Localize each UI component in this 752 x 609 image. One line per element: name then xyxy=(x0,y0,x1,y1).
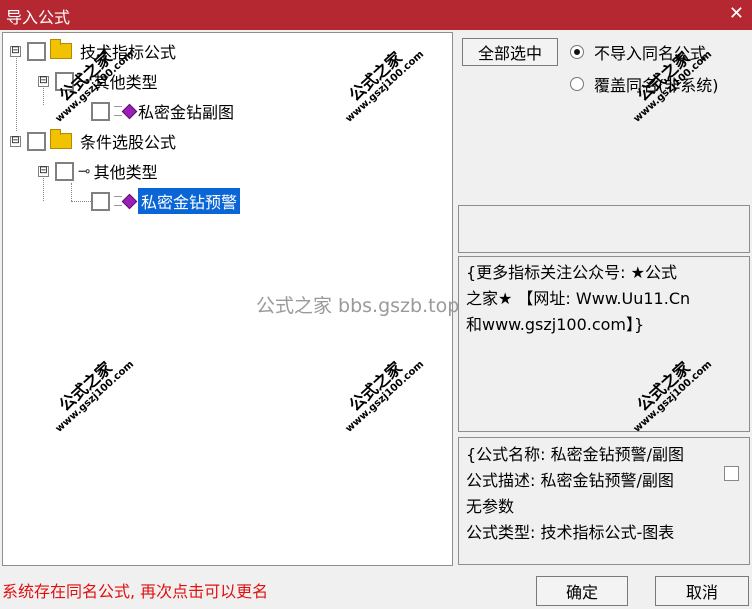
info-panel: {更多指标关注公众号: ★公式 之家★ 【网址: Www.Uu11.Cn 和ww… xyxy=(458,256,750,432)
formula-gem-icon xyxy=(114,103,138,119)
tree-item-label: 其他类型 xyxy=(93,163,158,182)
tree-line xyxy=(71,201,91,202)
key-icon: ⊸ xyxy=(78,162,91,180)
tree-item-alert[interactable]: 私密金钻预警 xyxy=(91,188,241,214)
close-icon[interactable]: ✕ xyxy=(729,3,744,24)
checkbox[interactable] xyxy=(55,71,74,91)
key-icon: ⊸ xyxy=(78,72,91,90)
checkbox[interactable] xyxy=(91,101,110,121)
collapse-icon[interactable]: ⊟ xyxy=(38,165,49,177)
tree-line xyxy=(16,51,17,131)
collapse-icon[interactable]: ⊟ xyxy=(10,45,21,57)
tree-item-other-2[interactable]: ⊟ ⊸ 其他类型 xyxy=(38,159,158,183)
checkbox[interactable] xyxy=(55,161,74,181)
description-panel: {公式名称: 私密金钻预警/副图 公式描述: 私密金钻预警/副图 无参数 公式类… xyxy=(458,437,750,565)
collapse-icon[interactable]: ⊟ xyxy=(38,75,49,87)
tree-item-label: 其他类型 xyxy=(93,73,158,92)
radio-label: 不导入同名公式 xyxy=(594,44,707,63)
radio-label: 覆盖同名(非系统) xyxy=(594,76,719,95)
window-title: 导入公式 xyxy=(6,8,71,27)
collapse-icon[interactable]: ⊟ xyxy=(10,135,21,147)
tree-item-label: 技术指标公式 xyxy=(80,43,177,62)
formula-tree[interactable]: ⊟ 技术指标公式 ⊟ ⊸ 其他类型 私密金钻副图 ⊟ 条件选股公式 ⊟ ⊸ 其他… xyxy=(2,32,453,566)
radio-selected-icon[interactable] xyxy=(570,45,584,59)
info-line: 和www.gszj100.com】} xyxy=(466,315,645,334)
desc-line: 无参数 xyxy=(466,497,515,516)
tree-item-condition[interactable]: ⊟ 条件选股公式 xyxy=(10,129,176,153)
empty-panel xyxy=(458,205,750,253)
folder-icon xyxy=(50,39,72,59)
tree-item-label: 条件选股公式 xyxy=(80,133,177,152)
tree-line xyxy=(71,183,72,201)
desc-line: 公式类型: 技术指标公式-图表 xyxy=(466,523,675,542)
tree-item-other-1[interactable]: ⊟ ⊸ 其他类型 xyxy=(38,69,158,93)
radio-icon[interactable] xyxy=(570,77,584,91)
radio-skip-duplicates[interactable]: 不导入同名公式 xyxy=(570,40,706,64)
tree-item-technical[interactable]: ⊟ 技术指标公式 xyxy=(10,39,176,63)
desc-line: {公式名称: 私密金钻预警/副图 xyxy=(466,445,685,464)
ok-button[interactable]: 确定 xyxy=(536,576,628,606)
title-bar: 导入公式 ✕ xyxy=(0,0,752,30)
info-line: {更多指标关注公众号: ★公式 xyxy=(466,263,678,282)
status-message: 系统存在同名公式, 再次点击可以更名 xyxy=(2,582,269,601)
info-line: 之家★ 【网址: Www.Uu11.Cn xyxy=(466,289,691,308)
folder-icon xyxy=(50,129,72,149)
checkbox[interactable] xyxy=(724,466,739,481)
checkbox[interactable] xyxy=(27,131,46,151)
tree-item-subchart[interactable]: 私密金钻副图 xyxy=(91,99,234,123)
checkbox[interactable] xyxy=(27,41,46,61)
desc-line: 公式描述: 私密金钻预警/副图 xyxy=(466,471,674,490)
cancel-button[interactable]: 取消 xyxy=(655,576,749,606)
tree-item-label: 私密金钻副图 xyxy=(138,103,235,122)
formula-gem-icon xyxy=(114,193,138,209)
tree-item-label-selected: 私密金钻预警 xyxy=(138,188,241,214)
radio-overwrite[interactable]: 覆盖同名(非系统) xyxy=(570,72,719,96)
checkbox[interactable] xyxy=(91,191,110,211)
select-all-button[interactable]: 全部选中 xyxy=(462,38,558,66)
